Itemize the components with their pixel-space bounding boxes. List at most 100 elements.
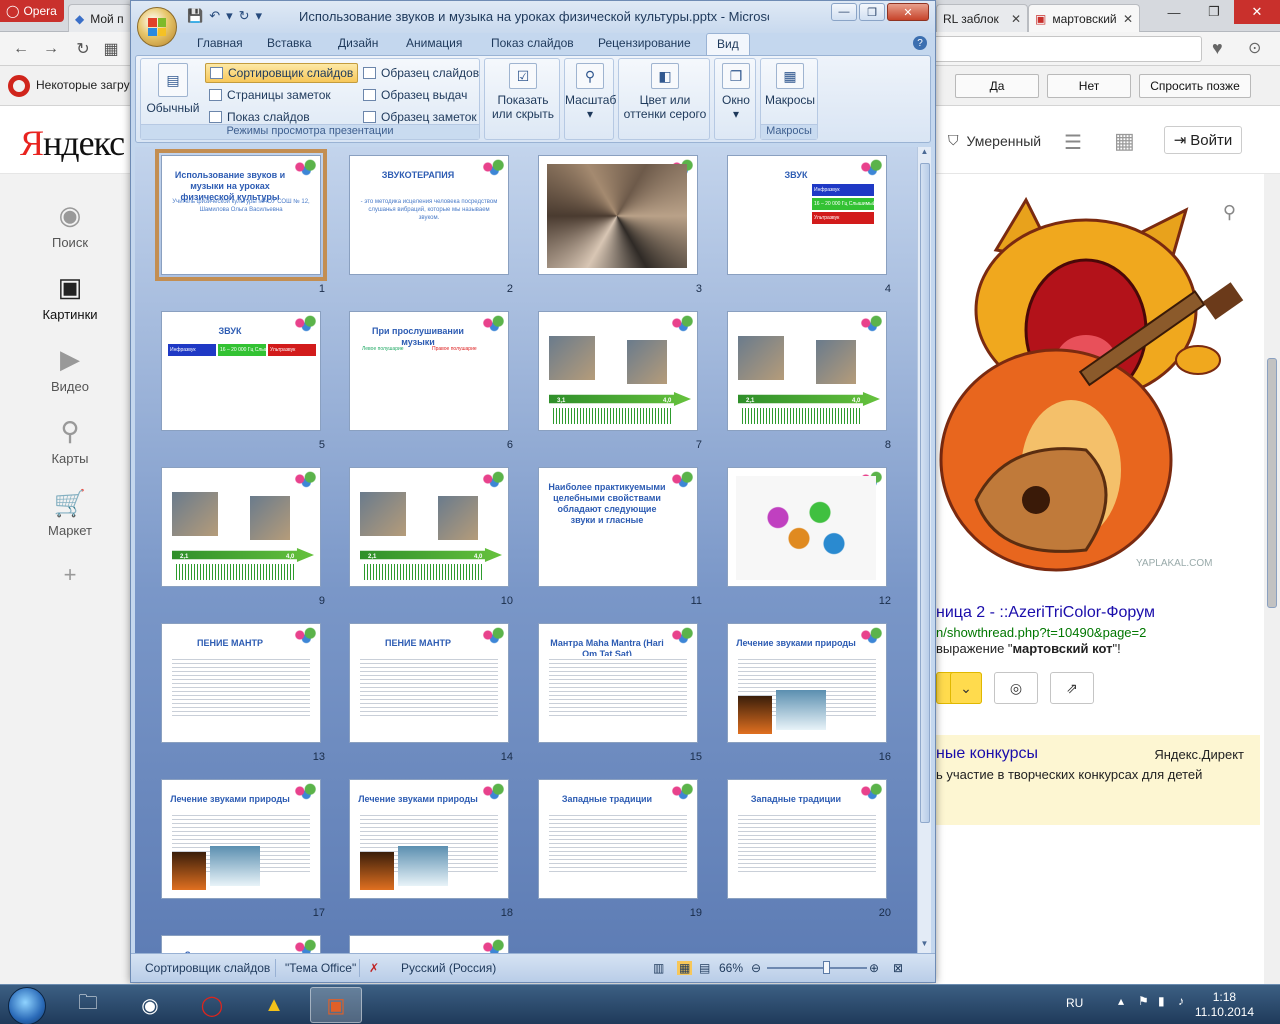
redo-icon[interactable]: ↻ bbox=[239, 8, 250, 24]
close-icon[interactable]: ✕ bbox=[887, 3, 929, 21]
forward-arrow-icon[interactable]: → bbox=[40, 38, 62, 60]
slide-master-button[interactable]: Образец слайдов bbox=[359, 63, 483, 83]
volume-icon[interactable]: ♪ bbox=[1178, 994, 1184, 1008]
add-service-icon[interactable]: + bbox=[0, 562, 140, 588]
start-button[interactable] bbox=[8, 987, 46, 1024]
slide-thumbnail[interactable]: Использование звуков и музыки на уроках … bbox=[155, 149, 327, 281]
similar-search-button[interactable]: ◎ bbox=[994, 672, 1038, 704]
slide-thumbnail[interactable]: 2,1 4,0 bbox=[349, 467, 509, 587]
download-icon[interactable]: ⊙ bbox=[1248, 38, 1261, 58]
tab-view[interactable]: Вид bbox=[706, 33, 750, 55]
slide-thumbnail[interactable]: При прослушивании музыки Левое полушарие П… bbox=[349, 311, 509, 431]
spellcheck-icon[interactable]: ✗ bbox=[369, 961, 379, 975]
sidebar-item-video[interactable]: ▶ Видео bbox=[0, 344, 140, 394]
slide-thumbnail[interactable]: ЗВУКИнфразвук16 – 20 000 Гц Слышимый зву… bbox=[161, 311, 321, 431]
grid-view-icon[interactable]: ▦ bbox=[1114, 128, 1135, 154]
slide-thumbnail[interactable] bbox=[727, 467, 887, 587]
no-button[interactable]: Нет bbox=[1047, 74, 1131, 98]
color-grayscale-button[interactable]: ◧ Цвет или оттенки серого bbox=[619, 63, 711, 121]
slide-thumbnail[interactable]: Западные традиции bbox=[161, 935, 321, 953]
powerpoint-taskbar-icon[interactable]: ▣ bbox=[310, 987, 362, 1023]
scroll-up-icon[interactable]: ▲ bbox=[918, 147, 931, 161]
back-arrow-icon[interactable]: ← bbox=[10, 38, 32, 60]
sidebar-item-pictures[interactable]: ▣ Картинки bbox=[0, 272, 140, 322]
close-icon[interactable]: ✕ bbox=[1234, 0, 1280, 24]
undo-icon[interactable]: ↶ bbox=[209, 8, 220, 24]
slide-thumbnail[interactable]: ПЕНИЕ МАНТР bbox=[161, 623, 321, 743]
result-title-link[interactable]: ница 2 - ::AzeriTriColor-Форум bbox=[936, 604, 1155, 622]
tray-expand-icon[interactable]: ▴ bbox=[1118, 994, 1124, 1008]
restore-icon[interactable]: ❐ bbox=[859, 3, 885, 21]
slide-thumbnail[interactable]: ПЕНИЕ МАНТР bbox=[349, 623, 509, 743]
scrollbar-thumb[interactable] bbox=[1267, 358, 1277, 608]
handout-master-button[interactable]: Образец выдач bbox=[359, 85, 471, 105]
opera-taskbar-icon[interactable]: ◯ bbox=[186, 987, 238, 1023]
tab-animation[interactable]: Анимация bbox=[406, 36, 462, 50]
opera-menu-button[interactable]: ◯ Opera bbox=[0, 0, 64, 22]
window-button[interactable]: ❐ Окно ▾ bbox=[715, 63, 757, 121]
speed-dial-icon[interactable]: ▦ bbox=[100, 38, 122, 60]
maximize-icon[interactable]: ❐ bbox=[1194, 0, 1234, 24]
slide-thumbnail[interactable]: Лечение звуками природы bbox=[161, 779, 321, 899]
macros-button[interactable]: ▦ Макросы bbox=[761, 63, 819, 107]
explorer-taskbar-icon[interactable]: 🗀 bbox=[62, 987, 114, 1023]
slide-thumbnail[interactable]: ЗВУКОТЕРАПИЯ - это методика исцеления чел… bbox=[349, 155, 509, 275]
zoom-button[interactable]: ⚲ Масштаб ▾ bbox=[565, 63, 616, 121]
slide-thumbnail[interactable]: Лечение звуками природы bbox=[727, 623, 887, 743]
vertical-scrollbar[interactable]: ▲ ▼ bbox=[917, 147, 931, 953]
notes-page-button[interactable]: Страницы заметок bbox=[205, 85, 335, 105]
slide-thumbnail[interactable]: 2,1 4,0 bbox=[161, 467, 321, 587]
slide-thumbnail[interactable]: Наиболее практикуемыми целебными свойств… bbox=[538, 467, 698, 587]
tab-close-icon[interactable]: ✕ bbox=[1011, 12, 1021, 26]
slide-thumbnail[interactable]: Острые, неприятные и непонятные звуки bbox=[538, 155, 698, 275]
tab-review[interactable]: Рецензирование bbox=[598, 36, 691, 50]
help-icon[interactable]: ? bbox=[913, 36, 927, 50]
login-button[interactable]: ⇥ Войти bbox=[1164, 126, 1242, 154]
zoom-out-icon[interactable]: ⊖ bbox=[751, 961, 761, 975]
zoom-level[interactable]: 66% bbox=[719, 961, 743, 975]
minimize-icon[interactable]: — bbox=[1154, 0, 1194, 24]
result-url[interactable]: n/showthread.php?t=10490&page=2 bbox=[936, 625, 1146, 640]
save-icon[interactable]: 💾 bbox=[187, 8, 203, 24]
settings-sliders-icon[interactable]: ☰ bbox=[1064, 130, 1082, 155]
slide-sorter-pane[interactable]: Использование звуков и музыки на уроках … bbox=[135, 147, 917, 953]
sidebar-item-maps[interactable]: ⚲ Карты bbox=[0, 416, 140, 466]
reload-icon[interactable]: ↻ bbox=[72, 38, 94, 60]
slide-thumbnail[interactable]: 2,1 4,0 bbox=[727, 311, 887, 431]
safe-search-filter[interactable]: ⛉ Умеренный bbox=[948, 132, 1041, 149]
browser-tab[interactable]: RL заблок ✕ bbox=[936, 4, 1028, 32]
minimize-icon[interactable]: — bbox=[831, 3, 857, 21]
slide-thumbnail[interactable]: Западные традиции bbox=[727, 779, 887, 899]
office-button[interactable] bbox=[137, 7, 177, 47]
zoom-in-icon[interactable]: ⊕ bbox=[869, 961, 879, 975]
language-indicator[interactable]: RU bbox=[1066, 996, 1083, 1010]
tab-home[interactable]: Главная bbox=[197, 36, 243, 50]
slide-thumbnail[interactable]: ЗВУК Инфразвук 16 – 20 000 Гц Слышимый диа… bbox=[727, 155, 887, 275]
yes-button[interactable]: Да bbox=[955, 74, 1039, 98]
share-button[interactable]: ⇗ bbox=[1050, 672, 1094, 704]
view-normal-icon[interactable]: ▥ bbox=[653, 961, 664, 975]
clock[interactable]: 1:18 11.10.2014 bbox=[1195, 990, 1254, 1020]
page-scrollbar[interactable] bbox=[1264, 174, 1280, 984]
chevron-down-icon[interactable]: ⌄ bbox=[950, 672, 982, 704]
yandex-logo[interactable]: Яндекс bbox=[20, 122, 125, 164]
browser-tab-active[interactable]: ▣ мартовский ✕ bbox=[1028, 4, 1140, 32]
firefox-taskbar-icon[interactable]: ◉ bbox=[124, 987, 176, 1023]
tab-design[interactable]: Дизайн bbox=[338, 36, 378, 50]
slide-thumbnail[interactable]: Лечение звуками природы bbox=[349, 779, 509, 899]
dropdown-arrow-icon[interactable]: ▾ bbox=[226, 8, 233, 24]
tab-slide-show[interactable]: Показ слайдов bbox=[491, 36, 574, 50]
slide-thumbnail[interactable]: Западные традиции bbox=[538, 779, 698, 899]
address-bar[interactable] bbox=[930, 36, 1202, 62]
sidebar-item-search[interactable]: ◉ Поиск bbox=[0, 200, 140, 250]
app-taskbar-icon[interactable]: ▲ bbox=[248, 987, 300, 1023]
normal-view-button[interactable]: ▤ Обычный bbox=[145, 63, 201, 115]
network-icon[interactable]: ▮ bbox=[1158, 994, 1165, 1008]
slide-thumbnail[interactable]: 3,1 4,0 bbox=[538, 311, 698, 431]
heart-icon[interactable]: ♥ bbox=[1212, 38, 1223, 59]
ask-later-button[interactable]: Спросить позже bbox=[1139, 74, 1251, 98]
tab-close-icon[interactable]: ✕ bbox=[1123, 12, 1133, 26]
scroll-down-icon[interactable]: ▼ bbox=[918, 939, 931, 953]
slide-sorter-button[interactable]: Сортировщик слайдов bbox=[205, 63, 359, 83]
view-sorter-icon[interactable]: ▦ bbox=[677, 961, 693, 975]
